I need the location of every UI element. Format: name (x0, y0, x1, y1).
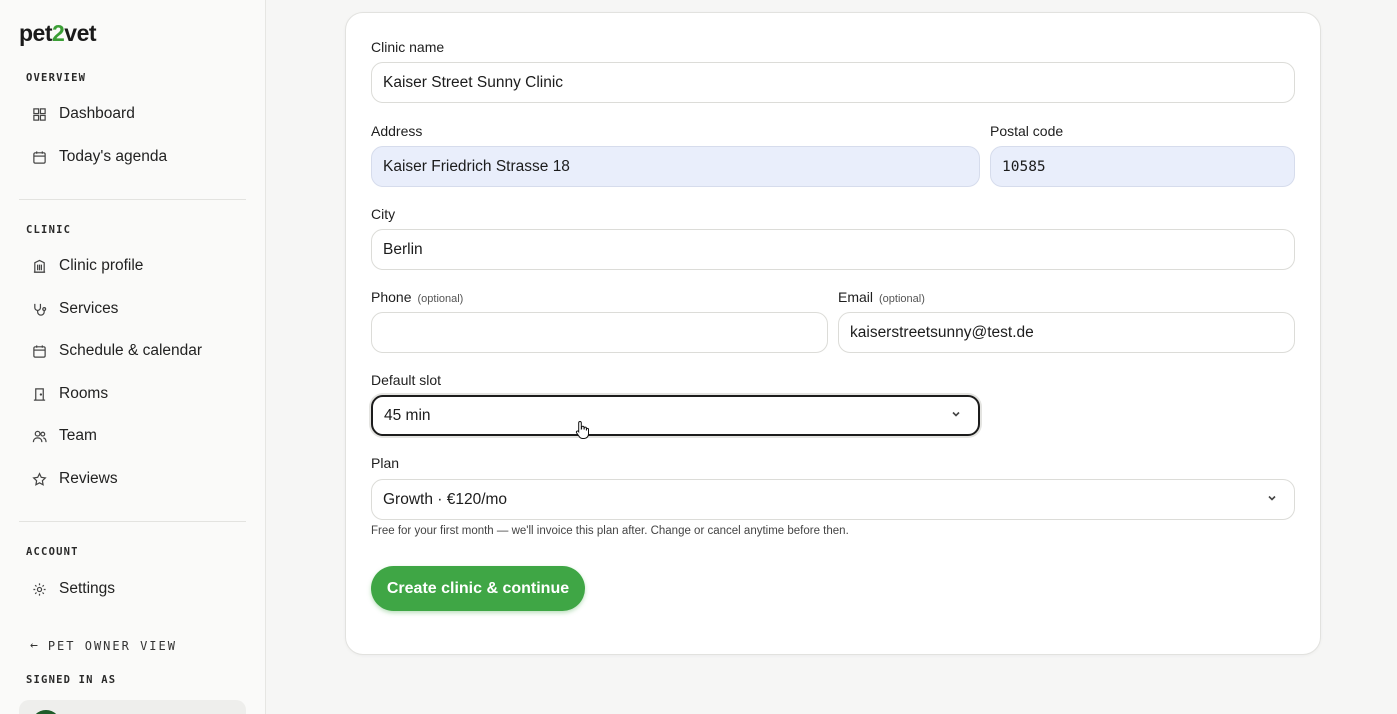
arrow-left-icon: ← (30, 638, 40, 653)
logo[interactable]: pet2vet (19, 20, 97, 47)
clinic-name-input[interactable]: Kaiser Street Sunny Clinic (371, 62, 1295, 103)
default-slot-value: 45 min (384, 406, 431, 424)
postal-code-input[interactable]: 10585 (990, 146, 1295, 187)
sidebar-item-label: Settings (59, 580, 116, 597)
sidebar-item-team[interactable]: Team (20, 418, 246, 454)
building-icon (31, 258, 47, 274)
email-optional-note: (optional) (879, 293, 925, 305)
default-slot-label: Default slot (371, 372, 442, 388)
chevron-down-icon (950, 407, 962, 425)
phone-optional-note: (optional) (417, 293, 464, 305)
postal-code-label: Postal code (990, 123, 1064, 139)
clinic-name-value: Kaiser Street Sunny Clinic (383, 73, 564, 91)
users-icon (31, 428, 47, 444)
phone-label: Phone (optional) (371, 289, 463, 305)
clinic-name-label: Clinic name (371, 39, 445, 55)
plan-select[interactable]: Growth · €120/mo (371, 479, 1295, 520)
divider (19, 521, 246, 522)
email-label-text: Email (838, 289, 874, 305)
star-icon (31, 471, 47, 487)
phone-label-text: Phone (371, 289, 412, 305)
plan-label: Plan (371, 455, 400, 471)
avatar (31, 710, 61, 714)
gear-icon (31, 581, 47, 597)
email-value: kaiserstreetsunny@test.de (850, 323, 1034, 341)
sidebar-item-rooms[interactable]: Rooms (20, 376, 246, 412)
sidebar-item-reviews[interactable]: Reviews (20, 461, 246, 497)
sidebar-item-todays-agenda[interactable]: Today's agenda (20, 139, 246, 175)
sidebar-item-label: Rooms (59, 385, 109, 402)
hand-cursor-icon (575, 420, 589, 439)
signed-in-as-label: SIGNED IN AS (26, 674, 117, 686)
section-label-clinic: CLINIC (26, 224, 72, 236)
sidebar-item-label: Clinic profile (59, 257, 144, 274)
create-clinic-button[interactable]: Create clinic & continue (371, 566, 585, 611)
sidebar-item-label: Schedule & calendar (59, 342, 203, 359)
email-input[interactable]: kaiserstreetsunny@test.de (838, 312, 1295, 353)
city-value: Berlin (383, 240, 423, 258)
pet-owner-view-label: PET OWNER VIEW (47, 638, 177, 653)
postal-code-value: 10585 (1002, 158, 1046, 175)
plan-value: Growth · €120/mo (383, 490, 508, 508)
sidebar-item-label: Dashboard (59, 105, 135, 122)
phone-input[interactable] (371, 312, 828, 353)
plan-hint: Free for your first month — we'll invoic… (371, 525, 849, 537)
user-card[interactable] (19, 700, 246, 714)
address-label: Address (371, 123, 423, 139)
dashboard-icon (31, 106, 47, 122)
default-slot-select[interactable]: 45 min (371, 395, 980, 436)
address-value: Kaiser Friedrich Strasse 18 (383, 157, 570, 175)
sidebar-item-dashboard[interactable]: Dashboard (20, 96, 246, 132)
email-label: Email (optional) (838, 289, 925, 305)
sidebar-item-settings[interactable]: Settings (20, 571, 246, 607)
chevron-down-icon (1266, 491, 1278, 509)
stethoscope-icon (31, 301, 47, 317)
section-label-overview: OVERVIEW (26, 72, 87, 84)
calendar-icon (31, 149, 47, 165)
pet-owner-view-link[interactable]: ← PET OWNER VIEW (30, 638, 177, 653)
sidebar: pet2vet OVERVIEW Dashboard Today's agend… (0, 0, 266, 714)
sidebar-item-label: Reviews (59, 470, 118, 487)
calendar-icon (31, 343, 47, 359)
city-label: City (371, 206, 396, 222)
sidebar-item-schedule-calendar[interactable]: Schedule & calendar (20, 333, 246, 369)
city-input[interactable]: Berlin (371, 229, 1295, 270)
sidebar-item-label: Services (59, 300, 119, 317)
address-input[interactable]: Kaiser Friedrich Strasse 18 (371, 146, 980, 187)
clinic-form-card: Clinic name Kaiser Street Sunny Clinic A… (345, 12, 1321, 655)
sidebar-item-services[interactable]: Services (20, 291, 246, 327)
sidebar-item-clinic-profile[interactable]: Clinic profile (20, 248, 246, 284)
sidebar-item-label: Team (59, 427, 97, 444)
divider (19, 199, 246, 200)
sidebar-item-label: Today's agenda (59, 148, 168, 165)
door-icon (31, 386, 47, 402)
section-label-account: ACCOUNT (26, 546, 79, 558)
